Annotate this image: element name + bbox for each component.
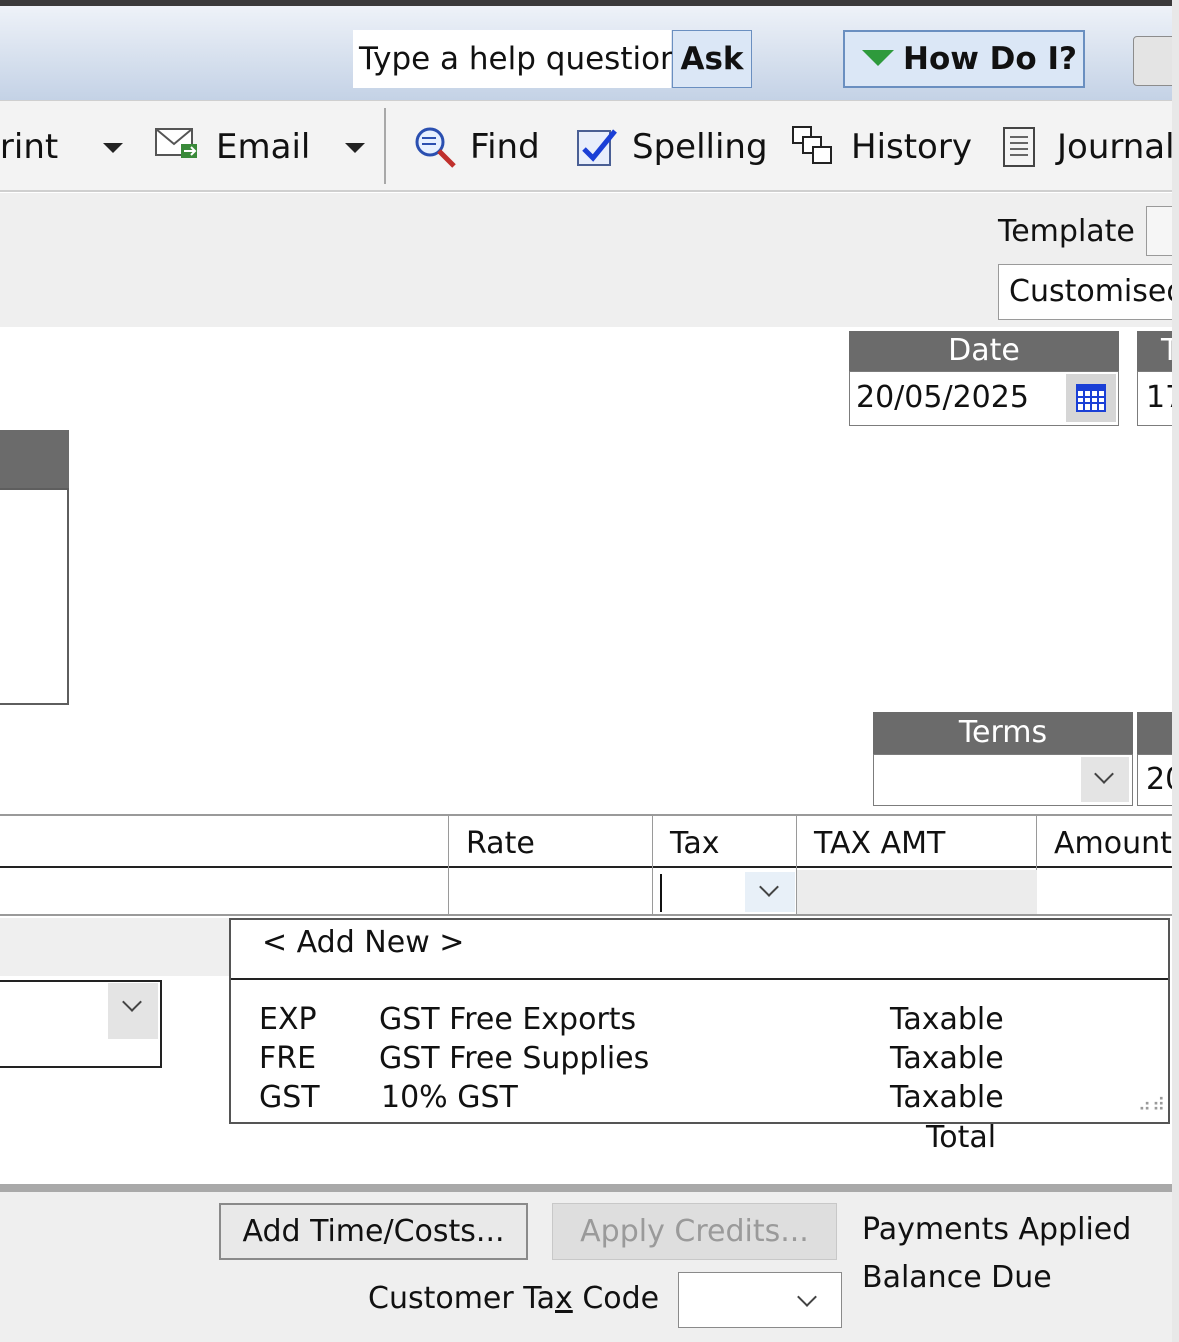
email-icon xyxy=(155,128,197,158)
tax-type: Taxable xyxy=(890,1002,1004,1037)
ask-button[interactable]: Ask xyxy=(672,30,752,88)
print-button[interactable]: Print xyxy=(0,127,64,167)
add-new-label: < Add New > xyxy=(262,925,465,960)
tax-type: Taxable xyxy=(890,1080,1004,1115)
print-dropdown-arrow-icon[interactable] xyxy=(103,143,123,153)
apply-credits-button[interactable]: Apply Credits... xyxy=(552,1203,837,1260)
column-divider xyxy=(448,814,449,916)
chevron-down-icon xyxy=(759,877,779,897)
resize-grip-icon[interactable]: ⣠⣴ xyxy=(1138,1090,1166,1111)
customer-tax-code-label: Customer Tax Code xyxy=(368,1281,660,1316)
journal-button[interactable]: Journal xyxy=(1057,127,1175,167)
column-header-tax-amt[interactable]: TAX AMT xyxy=(814,826,945,861)
tax-code-options: EXP GST Free Exports Taxable FRE GST Fre… xyxy=(231,1001,1168,1121)
triangle-down-icon xyxy=(862,50,894,66)
list-item[interactable]: GST 10% GST Taxable xyxy=(231,1079,1168,1118)
customer-tax-code-select[interactable] xyxy=(678,1272,842,1328)
tax-dropdown-button[interactable] xyxy=(745,872,795,912)
chevron-down-icon xyxy=(1094,764,1114,784)
help-question-input[interactable]: Type a help question xyxy=(353,30,680,88)
find-button[interactable]: Find xyxy=(470,127,540,167)
spelling-button[interactable]: Spelling xyxy=(632,127,768,167)
tax-type: Taxable xyxy=(890,1041,1004,1076)
template-select[interactable]: Customised xyxy=(998,264,1179,320)
list-item[interactable]: FRE GST Free Supplies Taxable xyxy=(231,1040,1168,1079)
add-time-costs-button[interactable]: Add Time/Costs... xyxy=(219,1203,528,1260)
tax-code: EXP xyxy=(259,1002,317,1037)
email-dropdown-arrow-icon[interactable] xyxy=(345,143,365,153)
calendar-button[interactable] xyxy=(1066,374,1116,422)
history-icon xyxy=(792,126,832,164)
payments-applied-label: Payments Applied xyxy=(862,1212,1132,1247)
tax-code: FRE xyxy=(259,1041,317,1076)
print-label: Print xyxy=(0,127,59,167)
chevron-down-icon xyxy=(122,992,142,1012)
text-cursor xyxy=(660,874,662,912)
find-icon xyxy=(415,127,456,168)
date-label: Date xyxy=(849,331,1119,371)
column-header-tax[interactable]: Tax xyxy=(670,826,720,861)
window-edge xyxy=(1172,0,1179,1342)
row-divider xyxy=(0,914,1179,916)
tax-code: GST xyxy=(259,1080,320,1115)
balance-due-label: Balance Due xyxy=(862,1260,1052,1295)
column-header-amount[interactable]: Amount xyxy=(1054,826,1172,861)
history-button[interactable]: History xyxy=(851,127,972,167)
tax-description: 10% GST xyxy=(381,1080,518,1115)
left-gray-band xyxy=(0,918,230,976)
template-label: Template xyxy=(998,214,1135,249)
spelling-icon xyxy=(577,129,617,166)
terms-dropdown-button[interactable] xyxy=(1081,757,1129,802)
table-header-row xyxy=(0,814,1179,868)
tax-description: GST Free Supplies xyxy=(379,1041,650,1076)
bill-to-field[interactable] xyxy=(0,488,69,705)
journal-icon xyxy=(1003,127,1035,167)
toolbar-separator xyxy=(384,108,386,184)
bill-to-label xyxy=(0,430,69,488)
tax-amt-cell xyxy=(797,870,1037,914)
column-divider xyxy=(652,814,653,916)
column-header-rate[interactable]: Rate xyxy=(466,826,535,861)
terms-label: Terms xyxy=(873,712,1133,754)
email-button[interactable]: Email xyxy=(216,127,310,167)
calendar-icon xyxy=(1076,384,1106,412)
total-label: Total xyxy=(926,1120,997,1155)
tax-description: GST Free Exports xyxy=(379,1002,637,1037)
line-item-dropdown-button[interactable] xyxy=(108,983,158,1039)
list-item[interactable]: EXP GST Free Exports Taxable xyxy=(231,1001,1168,1040)
